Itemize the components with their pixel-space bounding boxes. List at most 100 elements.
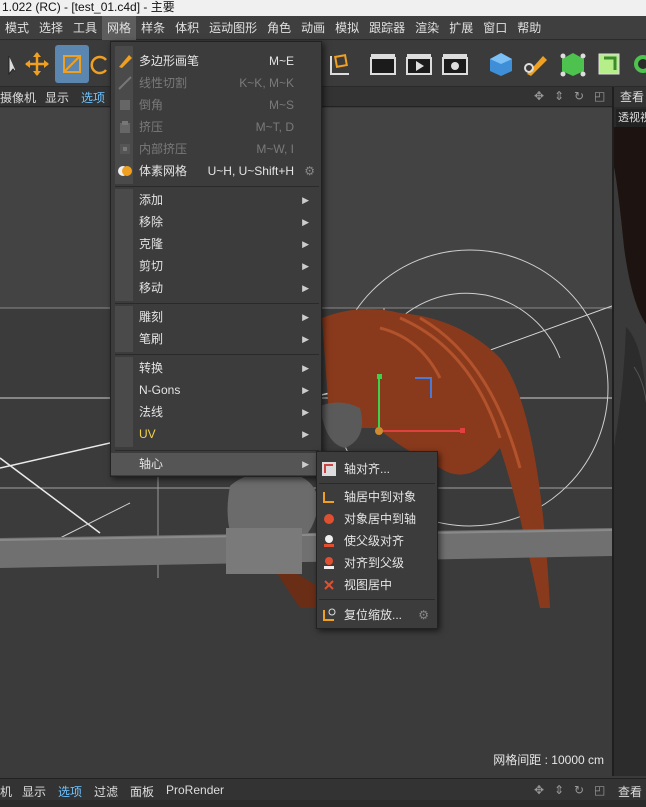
menu-item-extrude-inner[interactable]: 内部挤压 M~W, I xyxy=(111,138,321,160)
align-parent-icon xyxy=(321,533,337,549)
bottom-move-icon[interactable]: ✥ xyxy=(534,783,544,797)
submenu-item-reset-scale[interactable]: 复位缩放... ⚙ xyxy=(317,604,437,626)
object-to-axis-icon xyxy=(321,511,337,527)
menu-spline[interactable]: 样条 xyxy=(136,16,170,40)
axis-to-object-icon xyxy=(321,489,337,505)
volume-mesh-icon xyxy=(117,163,133,179)
menu-volume[interactable]: 体积 xyxy=(170,16,204,40)
menu-tracker[interactable]: 跟踪器 xyxy=(364,16,410,40)
menu-item-cut[interactable]: 剪切 ▶ xyxy=(111,255,321,277)
menubar: 模式 选择 工具 网格 样条 体积 运动图形 角色 动画 模拟 跟踪器 渲染 扩展 窗口 帮助 xyxy=(0,16,646,40)
mesh-menu-dropdown: 多边形画笔 M~E 线性切割 K~K, M~K 倒角 M~S 挤压 M~T, D… xyxy=(110,41,322,477)
submenu-arrow-icon: ▶ xyxy=(302,334,309,344)
bottom-toggle-icon[interactable]: ◰ xyxy=(594,783,605,797)
extrude-icon xyxy=(117,119,133,135)
submenu-arrow-icon: ▶ xyxy=(302,239,309,249)
axis-align-icon xyxy=(321,461,337,477)
bottom-view-menu[interactable]: 查看 xyxy=(618,783,642,800)
viewport-menu-options[interactable]: 选项 xyxy=(81,89,105,106)
move-tool-icon[interactable] xyxy=(20,45,54,83)
menu-mode[interactable]: 模式 xyxy=(0,16,34,40)
submenu-arrow-icon: ▶ xyxy=(302,407,309,417)
extrude-inner-icon xyxy=(117,141,133,157)
viewport-rotate-icon[interactable]: ↻ xyxy=(574,89,584,103)
line-cut-icon xyxy=(117,75,133,91)
render-view-icon[interactable] xyxy=(402,45,436,83)
coordinate-system-icon[interactable] xyxy=(322,45,356,83)
menu-item-volume-mesh[interactable]: 体素网格 U~H, U~Shift+H ⚙ xyxy=(111,160,321,182)
select-tool-icon[interactable] xyxy=(0,45,22,83)
viewport-dolly-icon[interactable]: ⇕ xyxy=(554,89,564,103)
menu-tools[interactable]: 工具 xyxy=(68,16,102,40)
axis-center-submenu: 轴对齐... 轴居中到对象 对象居中到轴 使父级对齐 对齐到父级 视图居中 复位… xyxy=(316,451,438,629)
bottom-rotate-icon[interactable]: ↻ xyxy=(574,783,584,797)
menu-render[interactable]: 渲染 xyxy=(410,16,444,40)
viewport-menu-camera[interactable]: 摄像机 xyxy=(0,89,36,106)
pen-icon[interactable] xyxy=(520,45,554,83)
submenu-item-align-parent[interactable]: 使父级对齐 xyxy=(317,530,437,552)
scale-tool-icon[interactable] xyxy=(55,45,89,83)
subdivision-icon[interactable] xyxy=(556,45,590,83)
menu-item-normals[interactable]: 法线 ▶ xyxy=(111,401,321,423)
menu-mograph[interactable]: 运动图形 xyxy=(204,16,262,40)
volume-mesh-settings-icon[interactable]: ⚙ xyxy=(304,160,315,182)
viewport-menu-display[interactable]: 显示 xyxy=(45,89,69,106)
submenu-item-axis-align[interactable]: 轴对齐... xyxy=(317,458,437,480)
menu-item-move[interactable]: 移动 ▶ xyxy=(111,277,321,299)
center-view-icon xyxy=(321,577,337,593)
menu-item-line-cut[interactable]: 线性切割 K~K, M~K xyxy=(111,72,321,94)
menu-extensions[interactable]: 扩展 xyxy=(444,16,478,40)
deformer-icon[interactable] xyxy=(592,45,626,83)
menu-item-ngons[interactable]: N-Gons ▶ xyxy=(111,379,321,401)
menu-simulate[interactable]: 模拟 xyxy=(330,16,364,40)
cube-icon[interactable] xyxy=(484,45,518,83)
bottom-menu-filter[interactable]: 过滤 xyxy=(94,783,118,800)
menu-item-axis-center[interactable]: 轴心 ▶ xyxy=(111,453,321,475)
menu-item-polygon-pen[interactable]: 多边形画笔 M~E xyxy=(111,50,321,72)
menu-window[interactable]: 窗口 xyxy=(478,16,512,40)
viewport-move-icon[interactable]: ✥ xyxy=(534,89,544,103)
bottom-menu-options[interactable]: 选项 xyxy=(58,783,82,800)
menu-item-extrude[interactable]: 挤压 M~T, D xyxy=(111,116,321,138)
render-settings-icon[interactable] xyxy=(438,45,472,83)
environment-icon[interactable] xyxy=(626,45,646,83)
second-viewport: 查看 透视视 xyxy=(612,87,646,776)
submenu-arrow-icon: ▶ xyxy=(302,363,309,373)
menu-help[interactable]: 帮助 xyxy=(512,16,546,40)
menu-item-brush[interactable]: 笔刷 ▶ xyxy=(111,328,321,350)
submenu-item-object-to-axis[interactable]: 对象居中到轴 xyxy=(317,508,437,530)
right-viewport-view-menu[interactable]: 查看 xyxy=(614,87,646,107)
reset-scale-settings-icon[interactable]: ⚙ xyxy=(418,604,429,626)
bottom-menu-camera[interactable]: 机 xyxy=(0,783,12,800)
submenu-arrow-icon: ▶ xyxy=(302,261,309,271)
menu-select[interactable]: 选择 xyxy=(34,16,68,40)
submenu-item-axis-to-object[interactable]: 轴居中到对象 xyxy=(317,486,437,508)
bottom-menu-panel[interactable]: 面板 xyxy=(130,783,154,800)
menu-item-bevel[interactable]: 倒角 M~S xyxy=(111,94,321,116)
menu-mesh[interactable]: 网格 xyxy=(102,16,137,40)
bottom-menu-display[interactable]: 显示 xyxy=(22,783,46,800)
submenu-arrow-icon: ▶ xyxy=(302,195,309,205)
submenu-item-align-to-parent[interactable]: 对齐到父级 xyxy=(317,552,437,574)
submenu-item-center-view[interactable]: 视图居中 xyxy=(317,574,437,596)
menu-character[interactable]: 角色 xyxy=(262,16,296,40)
menu-item-clone[interactable]: 克隆 ▶ xyxy=(111,233,321,255)
rotate-tool-icon[interactable] xyxy=(90,45,110,83)
menu-item-uv[interactable]: UV ▶ xyxy=(111,423,321,445)
submenu-arrow-icon: ▶ xyxy=(302,312,309,322)
bottom-menu-prorender[interactable]: ProRender xyxy=(166,783,224,797)
menu-animate[interactable]: 动画 xyxy=(296,16,330,40)
bottom-strip xyxy=(0,800,646,807)
viewport-toggle-icon[interactable]: ◰ xyxy=(594,89,605,103)
align-to-parent-icon xyxy=(321,555,337,571)
bottom-dolly-icon[interactable]: ⇕ xyxy=(554,783,564,797)
submenu-arrow-icon: ▶ xyxy=(302,459,309,469)
menu-item-remove[interactable]: 移除 ▶ xyxy=(111,211,321,233)
polygon-pen-icon xyxy=(117,53,133,69)
submenu-arrow-icon: ▶ xyxy=(302,385,309,395)
render-region-icon[interactable] xyxy=(366,45,400,83)
bottom-viewport-menubar: 机 显示 选项 过滤 面板 ProRender ✥ ⇕ ↻ ◰ 查看 xyxy=(0,778,646,800)
menu-item-convert[interactable]: 转换 ▶ xyxy=(111,357,321,379)
menu-item-sculpt[interactable]: 雕刻 ▶ xyxy=(111,306,321,328)
menu-item-add[interactable]: 添加 ▶ xyxy=(111,189,321,211)
